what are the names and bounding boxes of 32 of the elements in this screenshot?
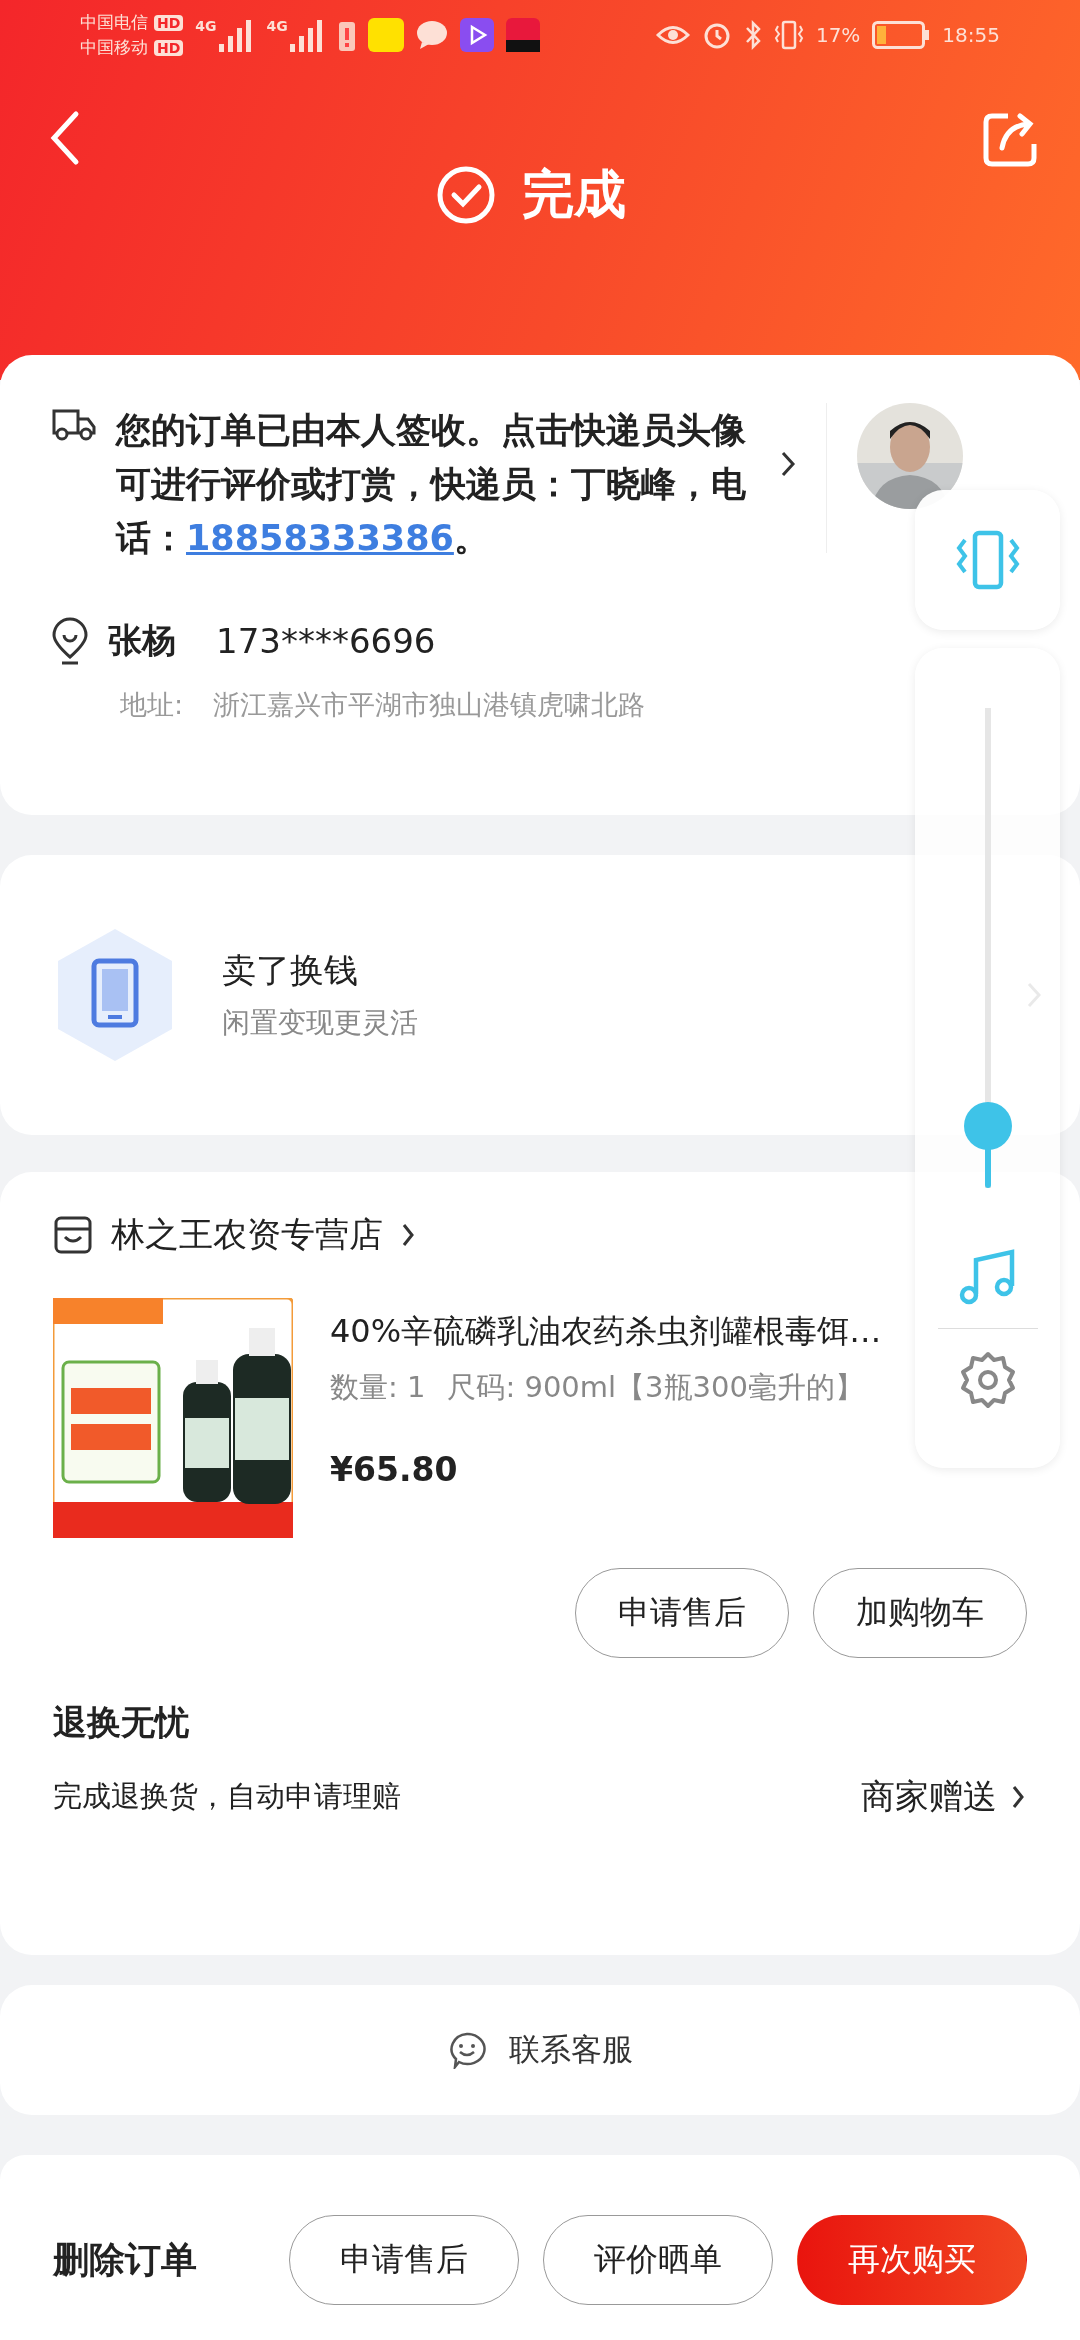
network-type: 4G [195,18,217,34]
product-quantity: 数量: 1 [330,1369,426,1406]
recipient-phone: 173****6696 [216,621,436,661]
product-price: ¥65.80 [330,1450,459,1489]
outline-button[interactable]: 加购物车 [813,1568,1027,1658]
hd-badge: HD [154,14,184,31]
promo-subtitle: 闲置变现更灵活 [222,1005,418,1041]
network-type: 4G [266,18,288,34]
address-label: 地址: [120,688,184,722]
outline-button[interactable]: 评价晒单 [543,2215,773,2305]
status-title: 完成 [522,163,626,226]
hd-badge: HD [154,39,184,56]
delivery-message: 您的订单已由本人签收。点击快递员头像可进行评价或打赏，快递员：丁晓峰，电话：18858333386。 [116,409,747,560]
guarantee-description: 完成退换货，自动申请理赔 [53,1778,402,1815]
battery-percent: 17% [815,23,861,47]
clock-time: 18:55 [942,23,1000,47]
courier-phone-link[interactable]: 18858333386 [186,518,454,558]
delete-order-link[interactable]: 删除订单 [53,2235,197,2285]
contact-service-button[interactable]: 联系客服 [441,2028,639,2072]
address-text: 浙江嘉兴市平湖市独山港镇虎啸北路 [213,688,646,722]
carrier-name: 中国电信 [80,11,148,34]
product-title[interactable]: 40%辛硫磷乳油农药杀虫剂罐根毒饵… [330,1310,882,1354]
shop-name[interactable]: 林之王农资专营店 [111,1212,383,1258]
guarantee-title: 退换无忧 [53,1701,190,1744]
carrier-name: 中国移动 [80,36,148,59]
promo-title: 卖了换钱 [222,949,359,992]
product-spec: 尺码: 900ml【3瓶300毫升的】 [447,1369,864,1406]
merchant-gift-link[interactable]: 商家赠送 [861,1774,997,1820]
primary-button[interactable]: 再次购买 [797,2215,1027,2305]
outline-button[interactable]: 申请售后 [575,1568,789,1658]
outline-button[interactable]: 申请售后 [289,2215,519,2305]
recipient-name: 张杨 [108,619,176,662]
